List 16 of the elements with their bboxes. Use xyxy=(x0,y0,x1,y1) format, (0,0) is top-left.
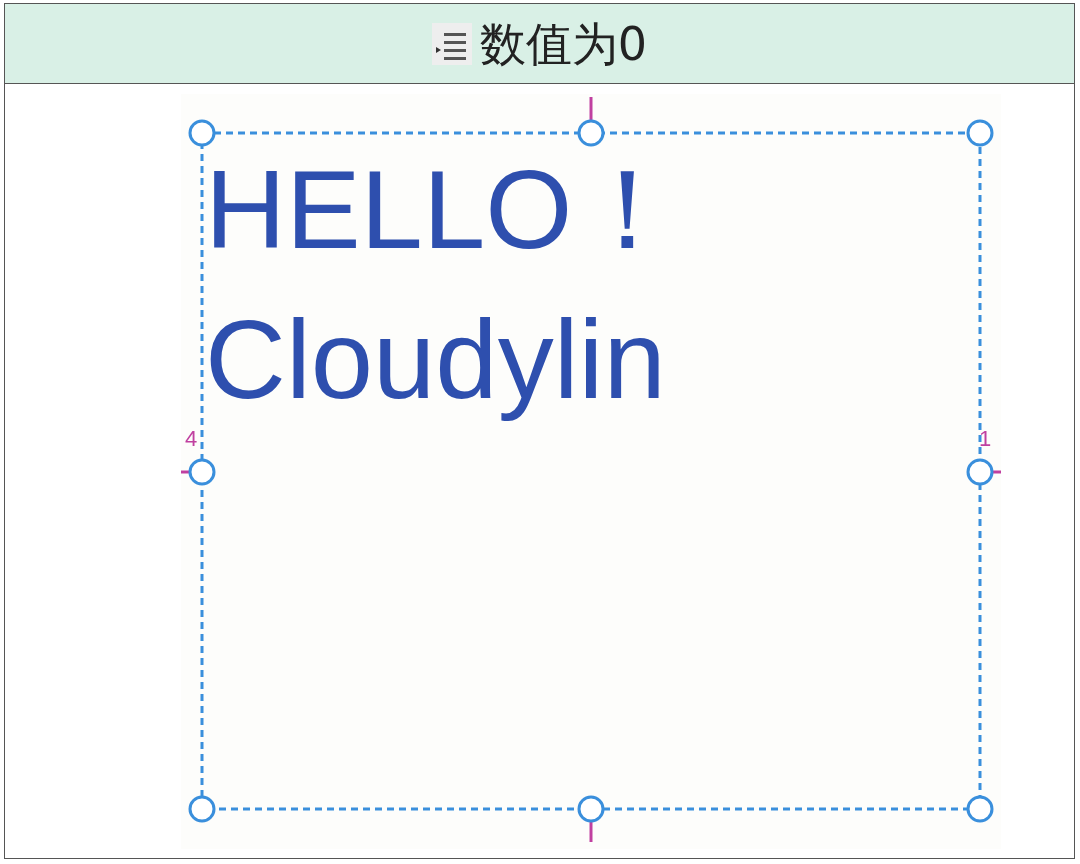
text-line: HELLO！ xyxy=(205,150,685,270)
list-icon xyxy=(431,22,472,65)
resize-handle[interactable] xyxy=(577,795,605,823)
resize-handle[interactable] xyxy=(966,795,994,823)
ruler-mark xyxy=(589,97,593,122)
resize-handle[interactable] xyxy=(188,119,216,147)
ruler-label: 4 xyxy=(185,428,198,450)
header-title: 数值为0 xyxy=(479,20,648,67)
resize-handle[interactable] xyxy=(188,795,216,823)
ruler-label: 1 xyxy=(979,428,992,450)
resize-handle[interactable] xyxy=(966,119,994,147)
text-line: Cloudylin xyxy=(205,300,667,420)
resize-handle[interactable] xyxy=(966,458,994,486)
ruler-mark xyxy=(589,822,593,842)
resize-handle[interactable] xyxy=(188,458,216,486)
resize-handle[interactable] xyxy=(577,119,605,147)
